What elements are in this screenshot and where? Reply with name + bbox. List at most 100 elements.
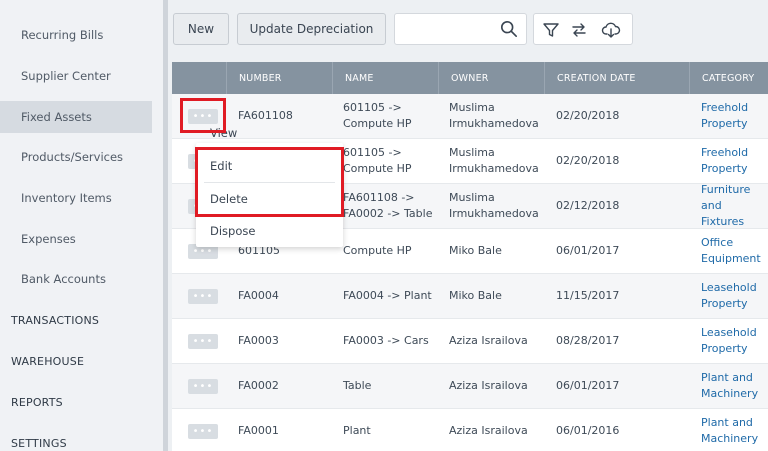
cell-line: FA0002 -> Table: [343, 207, 433, 220]
cell-date: 02/20/2018: [556, 109, 620, 122]
cell-owner: Aziza Israilova: [449, 334, 528, 347]
cell-line: Office: [701, 236, 734, 249]
cell-name: Plant: [343, 424, 371, 437]
table-row[interactable]: ••• FA0004 FA0004 -> Plant Miko Bale 11/…: [172, 274, 768, 319]
cell-name: Compute HP: [343, 244, 412, 257]
cell-category-link[interactable]: Office Equipment: [701, 229, 761, 273]
cell-category-link[interactable]: Leasehold Property: [701, 274, 757, 318]
column-owner[interactable]: OWNER: [438, 62, 545, 94]
cell-category-link[interactable]: Plant and Machinery: [701, 364, 758, 408]
sidebar-section-label: REPORTS: [11, 395, 63, 409]
highlight-edit-delete: [195, 147, 344, 217]
table-row[interactable]: ••• FA0003 FA0003 -> Cars Aziza Israilov…: [172, 319, 768, 364]
update-depreciation-label: Update Depreciation: [249, 22, 374, 36]
cloud-download-icon[interactable]: [601, 20, 621, 40]
sidebar-item-inventory-items[interactable]: Inventory Items: [0, 182, 152, 214]
swap-icon[interactable]: [569, 20, 589, 40]
column-creation-date[interactable]: CREATION DATE: [544, 62, 690, 94]
sidebar-item-supplier-center[interactable]: Supplier Center: [0, 60, 152, 92]
cell-line: Leasehold: [701, 281, 757, 294]
cell-category-link[interactable]: Plant and Machinery: [701, 409, 758, 451]
sidebar-item-fixed-assets[interactable]: Fixed Assets: [0, 101, 152, 133]
sidebar-item-label: Inventory Items: [21, 191, 112, 205]
sidebar-item-products-services[interactable]: Products/Services: [0, 141, 152, 173]
cell-date: 08/28/2017: [556, 334, 620, 347]
cell-number: FA601108: [238, 109, 293, 122]
cell-number: FA0004: [238, 289, 279, 302]
cell-date: 02/20/2018: [556, 154, 620, 167]
cell-category-link[interactable]: Furniture and Fixtures: [701, 183, 768, 228]
cell-line: Property: [701, 117, 748, 130]
sidebar-item-label: Recurring Bills: [21, 28, 104, 42]
row-actions-button[interactable]: •••: [188, 289, 218, 304]
cell-name: 601105 -> Compute HP: [343, 139, 412, 183]
sidebar-item-label: Supplier Center: [21, 69, 111, 83]
cell-category-link[interactable]: Freehold Property: [701, 139, 748, 183]
sidebar-section-reports[interactable]: REPORTS: [0, 388, 160, 416]
cell-line: Machinery: [701, 387, 759, 400]
sidebar-item-label: Products/Services: [21, 150, 124, 164]
column-actions: [172, 62, 227, 94]
column-label: NAME: [345, 72, 374, 84]
cell-name: Table: [343, 379, 372, 392]
cell-date: 06/01/2017: [556, 379, 620, 392]
cell-category-link[interactable]: Leasehold Property: [701, 319, 757, 363]
cell-line: Irmukhamedova: [449, 117, 539, 130]
column-category[interactable]: CATEGORY: [689, 62, 768, 94]
cell-owner: Aziza Israilova: [449, 379, 528, 392]
cell-line: Irmukhamedova: [449, 207, 539, 220]
cell-line: Muslima: [449, 191, 495, 204]
cell-date: 06/01/2017: [556, 244, 620, 257]
row-actions-button[interactable]: •••: [188, 379, 218, 394]
cell-owner: Muslima Irmukhamedova: [449, 184, 539, 228]
column-label: OWNER: [451, 72, 489, 84]
sidebar-section-label: SETTINGS: [11, 436, 67, 450]
sidebar-scrollbar[interactable]: [163, 0, 168, 451]
cell-name: FA0004 -> Plant: [343, 289, 432, 302]
column-label: NUMBER: [239, 72, 282, 84]
cell-line: Freehold: [701, 146, 749, 159]
update-depreciation-button[interactable]: Update Depreciation: [237, 13, 386, 45]
cell-line: Compute HP: [343, 162, 412, 175]
cell-line: Freehold: [701, 101, 749, 114]
column-label: CREATION DATE: [557, 72, 636, 84]
cell-category-link[interactable]: Freehold Property: [701, 94, 748, 138]
cell-line: Plant and: [701, 371, 753, 384]
cell-line: Property: [701, 297, 748, 310]
search-input[interactable]: [401, 20, 493, 38]
sidebar-item-expenses[interactable]: Expenses: [0, 223, 152, 255]
cell-name: 601105 -> Compute HP: [343, 94, 412, 138]
cell-line: Leasehold: [701, 326, 757, 339]
sidebar-item-label: Bank Accounts: [21, 272, 106, 286]
cell-line: Fixtures: [701, 215, 745, 228]
cell-line: 601105 ->: [343, 101, 402, 114]
row-actions-button[interactable]: •••: [188, 334, 218, 349]
column-label: CATEGORY: [702, 72, 755, 84]
cell-line: Furniture and: [701, 183, 751, 212]
cell-owner: Muslima Irmukhamedova: [449, 94, 539, 138]
cell-name: FA601108 -> FA0002 -> Table: [343, 184, 432, 228]
table-row[interactable]: ••• FA601108 601105 -> Compute HP Muslima…: [172, 94, 768, 139]
cell-line: Equipment: [701, 252, 761, 265]
sidebar-section-settings[interactable]: SETTINGS: [0, 429, 160, 451]
cell-line: Property: [701, 342, 748, 355]
new-button-label: New: [187, 22, 215, 36]
table-row[interactable]: ••• FA0001 Plant Aziza Israilova 06/01/2…: [172, 409, 768, 451]
table-row[interactable]: ••• FA0002 Table Aziza Israilova 06/01/2…: [172, 364, 768, 409]
column-name[interactable]: NAME: [332, 62, 439, 94]
sidebar-item-bank-accounts[interactable]: Bank Accounts: [0, 263, 152, 295]
sidebar-section-label: WAREHOUSE: [11, 354, 85, 368]
menu-item-dispose[interactable]: Dispose: [210, 224, 255, 238]
sidebar-section-warehouse[interactable]: WAREHOUSE: [0, 347, 160, 375]
row-actions-button[interactable]: •••: [188, 424, 218, 439]
cell-date: 02/12/2018: [556, 199, 620, 212]
sidebar-section-transactions[interactable]: TRANSACTIONS: [0, 306, 160, 334]
fixed-assets-table: NUMBER NAME OWNER CREATION DATE CATEGORY…: [172, 62, 768, 451]
cell-date: 06/01/2016: [556, 424, 620, 437]
new-button[interactable]: New: [173, 13, 229, 45]
column-number[interactable]: NUMBER: [226, 62, 333, 94]
filter-icon[interactable]: [541, 20, 561, 40]
cell-owner: Miko Bale: [449, 244, 502, 257]
search-icon[interactable]: [500, 20, 518, 38]
sidebar-item-recurring-bills[interactable]: Recurring Bills: [0, 19, 152, 51]
